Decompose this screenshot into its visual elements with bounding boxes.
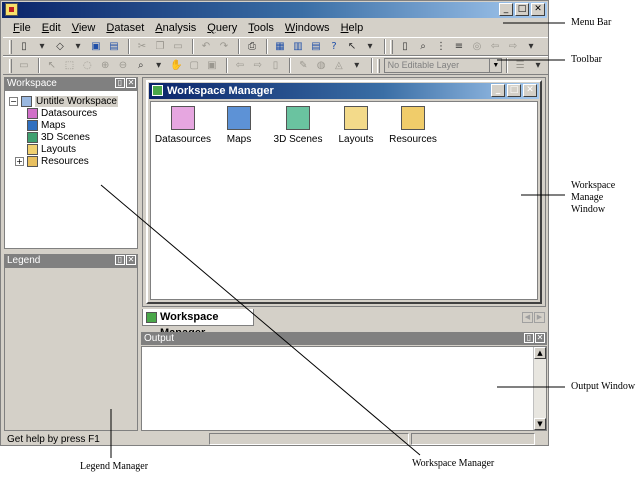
annotation-toolbar: Toolbar xyxy=(571,54,602,65)
annotation-line: Window xyxy=(571,204,606,215)
annotation-lines xyxy=(100,22,565,458)
annotation-line: Workspace xyxy=(571,180,616,191)
annotation-workspace-manager: Workspace Manager xyxy=(412,458,495,469)
annotation-workspace-manage-window: Workspace Manage Window xyxy=(571,180,615,216)
annotation-legend-manager: Legend Manager xyxy=(80,461,149,472)
annotation-output-window: Output Window xyxy=(571,381,636,392)
workspace-manager-leader xyxy=(100,184,421,456)
annotation-line: Manage xyxy=(571,192,604,203)
annotation-menu-bar: Menu Bar xyxy=(571,17,612,28)
